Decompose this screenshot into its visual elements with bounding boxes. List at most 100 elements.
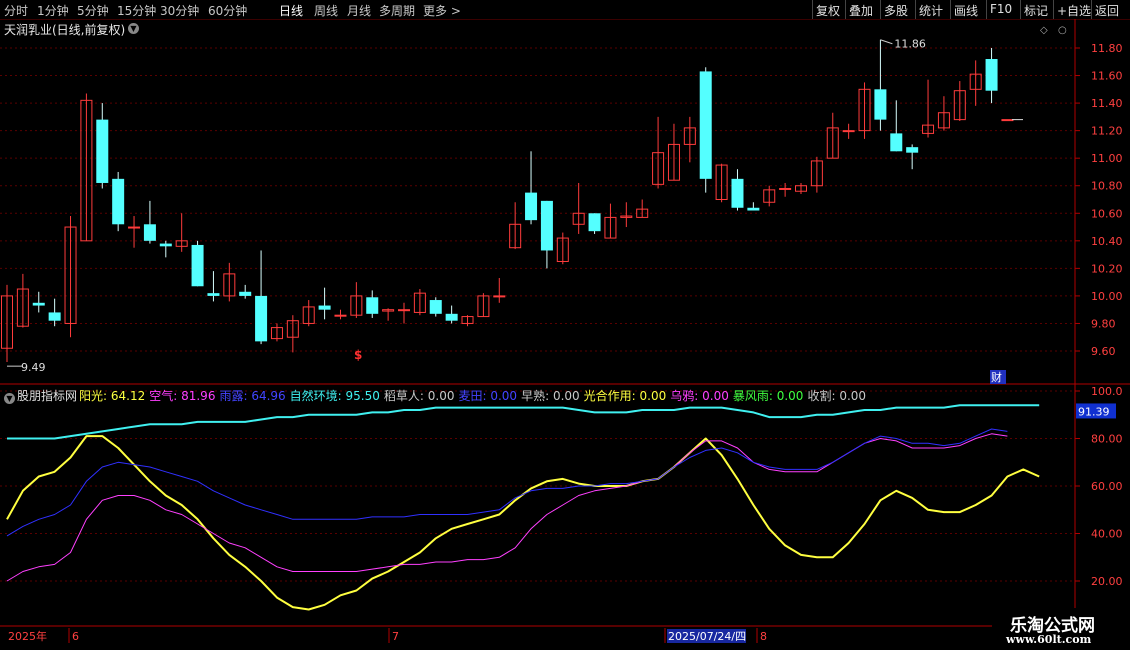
series-line-2 xyxy=(6,428,1008,537)
toolbar-separator xyxy=(915,0,916,19)
candle-body xyxy=(334,314,347,317)
indicator-value: 0.00 xyxy=(835,389,867,403)
tab-3[interactable]: 15分钟 xyxy=(117,2,156,19)
chevron-down-icon[interactable]: ▼ xyxy=(4,393,15,404)
indicator-name: 股朋指标网 xyxy=(17,389,78,403)
toolbar-separator xyxy=(1053,0,1054,19)
toolbar-button-1[interactable]: 叠加 xyxy=(849,2,873,19)
indicator-tick-label: 60.00 xyxy=(1091,480,1123,493)
toolbar-separator xyxy=(950,0,951,19)
indicator-value: 0.00 xyxy=(486,389,518,403)
price-tick-label: 11.60 xyxy=(1091,70,1123,83)
indicator-item-1: 空气: 81.96 xyxy=(149,389,217,403)
candle-body xyxy=(874,89,887,120)
indicator-item-0: 阳光: 64.12 xyxy=(79,389,147,403)
period-toolbar: 分时 1分钟 5分钟 15分钟 30分钟 60分钟 日线 周线 月线 多周期 更多 > 复权 叠加 多股统… xyxy=(0,0,1130,20)
tab-10[interactable]: 更多 > xyxy=(423,2,461,19)
tab-2[interactable]: 5分钟 xyxy=(77,2,109,19)
high-label: 11.86 xyxy=(894,38,926,51)
candle-body xyxy=(699,71,712,179)
toolbar-button-7[interactable]: +自选 xyxy=(1057,2,1091,19)
indicator-tick-label: 80.00 xyxy=(1091,433,1123,446)
candle-body xyxy=(842,130,855,133)
candle-body xyxy=(239,291,252,296)
indicator-tick-label: 100.0 xyxy=(1091,385,1123,398)
candle-body xyxy=(96,119,109,183)
toolbar-button-4[interactable]: 画线 xyxy=(954,2,978,19)
tab-1[interactable]: 1分钟 xyxy=(37,2,69,19)
chart-canvas: 11.80 11.60 11.40 11.20 11.00 10.80 10.60 10.40… xyxy=(0,19,1130,650)
toolbar-button-0[interactable]: 复权 xyxy=(816,2,840,19)
price-tick-label: 10.20 xyxy=(1091,262,1123,275)
candle-body xyxy=(32,302,45,306)
price-tick-label: 10.00 xyxy=(1091,290,1123,303)
indicator-label: 雨露: xyxy=(219,389,248,403)
candle-body xyxy=(207,293,220,296)
tab-9[interactable]: 多周期 xyxy=(379,2,415,19)
candle-body xyxy=(112,178,125,225)
indicator-header: ▼ 股朋指标网 阳光: 64.12 空气: 81.96 雨露: 64.96 自然环境: 9… xyxy=(4,387,870,404)
candle-body xyxy=(159,243,172,247)
indicator-value: 0.00 xyxy=(635,389,667,403)
indicator-label: 暴风雨: xyxy=(732,389,773,403)
indicator-value: 64.12 xyxy=(107,389,146,403)
indicator-label: 阳光: xyxy=(79,389,108,403)
tab-4[interactable]: 30分钟 xyxy=(160,2,199,19)
indicator-label: 稻草人: xyxy=(383,389,424,403)
toolbar-separator xyxy=(845,0,846,19)
tab-5[interactable]: 60分钟 xyxy=(208,2,247,19)
candle-body xyxy=(747,207,760,211)
candle-body xyxy=(1001,119,1014,122)
series-line-3 xyxy=(7,404,1040,440)
candle-body xyxy=(255,295,268,342)
candle-body xyxy=(143,224,156,241)
toolbar-separator xyxy=(880,0,881,19)
toolbar-button-8[interactable]: 返回 xyxy=(1095,2,1119,19)
tab-8[interactable]: 月线 xyxy=(347,2,371,19)
tab-0[interactable]: 分时 xyxy=(4,2,28,19)
indicator-value: 95.50 xyxy=(341,389,380,403)
circle-icon: ○ xyxy=(1058,25,1067,36)
candle-body xyxy=(493,295,506,298)
indicator-item-4: 稻草人: 0.00 xyxy=(384,389,457,403)
toolbar-button-3[interactable]: 统计 xyxy=(919,2,943,19)
tab-7[interactable]: 周线 xyxy=(314,2,338,19)
candle-body xyxy=(588,213,601,232)
candle-body xyxy=(128,226,141,229)
candle-body xyxy=(779,187,792,190)
toolbar-button-2[interactable]: 多股 xyxy=(884,2,908,19)
candle-body xyxy=(731,178,744,208)
toolbar-separator xyxy=(986,0,987,19)
indicator-label: 收割: xyxy=(807,389,836,403)
candle-body xyxy=(429,300,442,314)
indicator-label: 麦田: xyxy=(458,389,487,403)
price-tick-label: 10.60 xyxy=(1091,207,1123,220)
cai-marker: 财 xyxy=(991,370,1002,384)
indicator-label: 光合作用: xyxy=(583,389,636,403)
indicator-label: 早熟: xyxy=(521,389,550,403)
price-tick-label: 9.80 xyxy=(1091,317,1116,330)
indicator-tick-label: 40.00 xyxy=(1091,528,1123,541)
timeline-label: 2025/07/24/四 xyxy=(668,630,746,643)
candle-body xyxy=(398,309,410,312)
watermark: 乐淘公式网 www.60lt.com xyxy=(992,608,1130,650)
indicator-value: 64.96 xyxy=(247,389,286,403)
price-tick-label: 10.40 xyxy=(1091,235,1123,248)
s-marker: $ xyxy=(354,348,362,362)
candle-body xyxy=(540,200,553,251)
indicator-item-9: 暴风雨: 0.00 xyxy=(733,389,806,403)
candle-body xyxy=(906,147,919,153)
diamond-icon: ◇ xyxy=(1040,25,1048,36)
candle-body xyxy=(445,313,458,321)
indicator-label: 乌鸦: xyxy=(670,389,699,403)
indicator-item-7: 光合作用: 0.00 xyxy=(584,389,669,403)
indicator-item-6: 早熟: 0.00 xyxy=(521,389,582,403)
candle-body xyxy=(318,305,331,310)
toolbar-button-6[interactable]: 标记 xyxy=(1024,2,1048,19)
candle-body xyxy=(525,192,538,221)
toolbar-button-5[interactable]: F10 xyxy=(990,2,1012,16)
indicator-value: 0.00 xyxy=(549,389,580,403)
indicator-value: 81.96 xyxy=(177,389,216,403)
timeline-label: 8 xyxy=(760,630,767,643)
tab-6[interactable]: 日线 xyxy=(279,2,303,19)
